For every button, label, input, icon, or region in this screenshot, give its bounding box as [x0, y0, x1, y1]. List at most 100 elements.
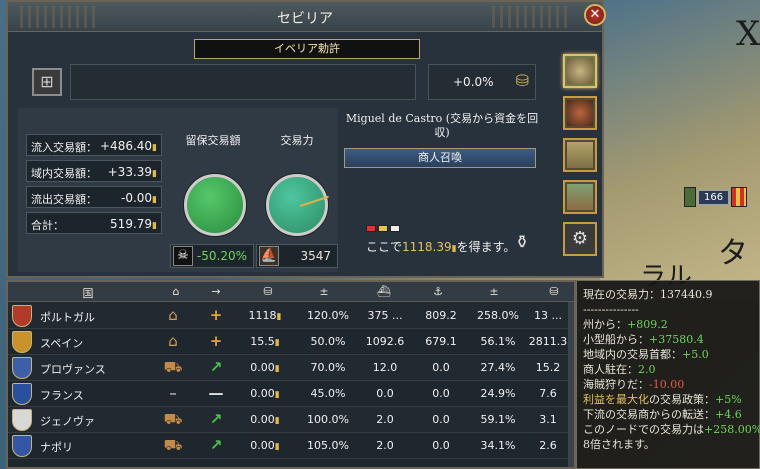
action-icon: ↗: [209, 436, 223, 454]
cell-money: 1118▮: [248, 309, 282, 322]
map-label: タ: [718, 236, 748, 271]
trade-view-button[interactable]: [563, 54, 597, 88]
cell-share: 258.0%: [477, 309, 519, 322]
retain-chart[interactable]: [184, 174, 246, 236]
stat-local: 域内交易額： +33.39▮: [26, 160, 162, 182]
header-pm[interactable]: ±: [316, 285, 332, 298]
country-name: ジェノヴァ: [40, 415, 95, 428]
map-label: X: [736, 14, 760, 54]
flag-icon: [366, 225, 376, 232]
trade-modifier-box: +0.0% ⛁: [428, 64, 536, 100]
stat-label: 合計：: [31, 219, 64, 232]
routes-view-button[interactable]: [563, 138, 597, 172]
tooltip-line: 海賊狩りだ：-10.00: [583, 378, 685, 391]
cell-ships: 2.0: [376, 413, 394, 426]
cell-power: 2.6: [539, 439, 557, 452]
arrow-icon[interactable]: →: [208, 285, 224, 298]
trade-power-table: 国 ⌂ → ⛁ ± ⛴ ⚓ ± ⛁ ポルトガル ⌂ + 1118▮ 120.0%…: [6, 280, 576, 469]
close-button[interactable]: ✕: [584, 4, 606, 26]
table-row[interactable]: ナポリ ⛟ ↗ 0.00▮ 105.0% 2.0 0.0 34.1% 2.6: [8, 433, 574, 459]
stat-incoming: 流入交易額： +486.40▮: [26, 134, 162, 156]
stat-value: -0.00▮: [120, 191, 157, 205]
people-icon: [567, 100, 593, 126]
header-country[interactable]: 国: [78, 285, 98, 301]
retain-header: 留保交易額: [185, 134, 241, 147]
tooltip-current: 現在の交易力：137440.9: [583, 288, 713, 301]
title-bar: セビリア: [8, 2, 602, 32]
cell-ships: 2.0: [376, 439, 394, 452]
country-name: ポルトガル: [40, 311, 95, 324]
money-bag-icon: ⚱: [514, 232, 530, 253]
cell-pct: 105.0%: [307, 439, 349, 452]
cell-share: 59.1%: [480, 413, 516, 426]
army-unit[interactable]: 166: [684, 186, 748, 208]
stat-value: 519.79▮: [110, 217, 157, 231]
tooltip-line: 商人駐在：2.0: [583, 363, 656, 376]
tooltip-line: 小型船から：+37580.4: [583, 333, 704, 346]
trade-icon: [567, 58, 593, 84]
stat-label: 域内交易額：: [31, 167, 97, 180]
retain-percent: -50.20%: [196, 249, 247, 263]
country-name: ナポリ: [40, 441, 73, 454]
cell-power: 7.6: [539, 387, 557, 400]
stat-label: 流出交易額：: [31, 193, 97, 206]
trade-post-icon: ⌂: [168, 306, 178, 324]
coins-icon: ⛁: [515, 71, 529, 90]
caravan-icon: ⛟: [163, 358, 183, 376]
country-name: スペイン: [40, 337, 84, 350]
stat-label: 流入交易額：: [31, 141, 97, 154]
cell-ships: 0.0: [376, 387, 394, 400]
ship-header-icon[interactable]: ⛴: [370, 285, 398, 298]
house-icon[interactable]: ⌂: [168, 285, 184, 298]
table-row[interactable]: スペイン ⌂ + 15.5▮ 50.0% 1092.6 679.1 56.1% …: [8, 329, 574, 355]
stat-value: +33.39▮: [107, 165, 157, 179]
cell-provinces: 809.2: [425, 309, 457, 322]
dash-icon: –: [169, 384, 177, 402]
table-scrollbar[interactable]: [568, 302, 574, 467]
window-title: セビリア: [277, 11, 333, 27]
tooltip-transfer: 下流の交易商からの転送：+4.6: [583, 408, 742, 421]
table-row[interactable]: ジェノヴァ ⛟ ↗ 0.00▮ 100.0% 2.0 0.0 59.1% 3.1: [8, 407, 574, 433]
stat-value: +486.40▮: [100, 139, 157, 153]
gear-icon: ⚙: [571, 228, 589, 249]
ducat-icon: ▮: [152, 169, 157, 179]
recall-merchant-button[interactable]: 商人召喚: [344, 148, 536, 168]
country-shield-icon: [12, 331, 32, 353]
power-header: 交易力: [280, 134, 314, 147]
cell-pct: 70.0%: [310, 361, 346, 374]
stat-total: 合計： 519.79▮: [26, 212, 162, 234]
trade-header-icon[interactable]: ⛁: [544, 285, 564, 298]
power-needle: [299, 195, 329, 207]
unit-flag: [731, 187, 748, 207]
anchor-header-icon[interactable]: ⚓: [428, 285, 448, 298]
cell-money: 15.5▮: [250, 335, 280, 348]
settings-view-button[interactable]: ⚙: [563, 222, 597, 256]
header-pm2[interactable]: ±: [486, 285, 502, 298]
cell-pct: 45.0%: [310, 387, 346, 400]
table-row[interactable]: プロヴァンス ⛟ ↗ 0.00▮ 70.0% 12.0 0.0 27.4% 15…: [8, 355, 574, 381]
trade-company-button[interactable]: ⊞: [32, 68, 62, 96]
cell-share: 56.1%: [480, 335, 516, 348]
table-row[interactable]: ポルトガル ⌂ + 1118▮ 120.0% 375 ... 809.2 258…: [8, 303, 574, 329]
cell-provinces: 0.0: [432, 361, 450, 374]
tooltip-line: 州から：+809.2: [583, 318, 668, 331]
table-row[interactable]: フランス – — 0.00▮ 45.0% 0.0 0.0 24.9% 7.6: [8, 381, 574, 407]
cell-provinces: 0.0: [432, 387, 450, 400]
earn-text: ここで1118.39▮を得ます。: [366, 240, 516, 254]
coins-header-icon[interactable]: ⛁: [256, 285, 280, 298]
trade-post-icon: ⌂: [168, 332, 178, 350]
cell-pct: 120.0%: [307, 309, 349, 322]
tooltip-separator: ---------------: [583, 303, 639, 316]
merchants-view-button[interactable]: [563, 96, 597, 130]
close-icon: ✕: [589, 7, 601, 22]
node-info-box: [70, 64, 416, 100]
city-view-button[interactable]: [563, 180, 597, 214]
power-chart[interactable]: [266, 174, 329, 236]
country-shield-icon: [12, 357, 32, 379]
cell-share: 24.9%: [480, 387, 516, 400]
trade-node-panel: セビリア ✕ イベリア勅許 ⊞ +0.0% ⛁ 流入交易額： +486.40▮ …: [6, 0, 606, 278]
ducat-icon: ▮: [152, 221, 157, 231]
tooltip-final: このノードでの交易力は+258.00%が: [583, 423, 760, 436]
caravan-icon: ⛟: [163, 436, 183, 454]
ducat-icon: ▮: [152, 143, 157, 153]
